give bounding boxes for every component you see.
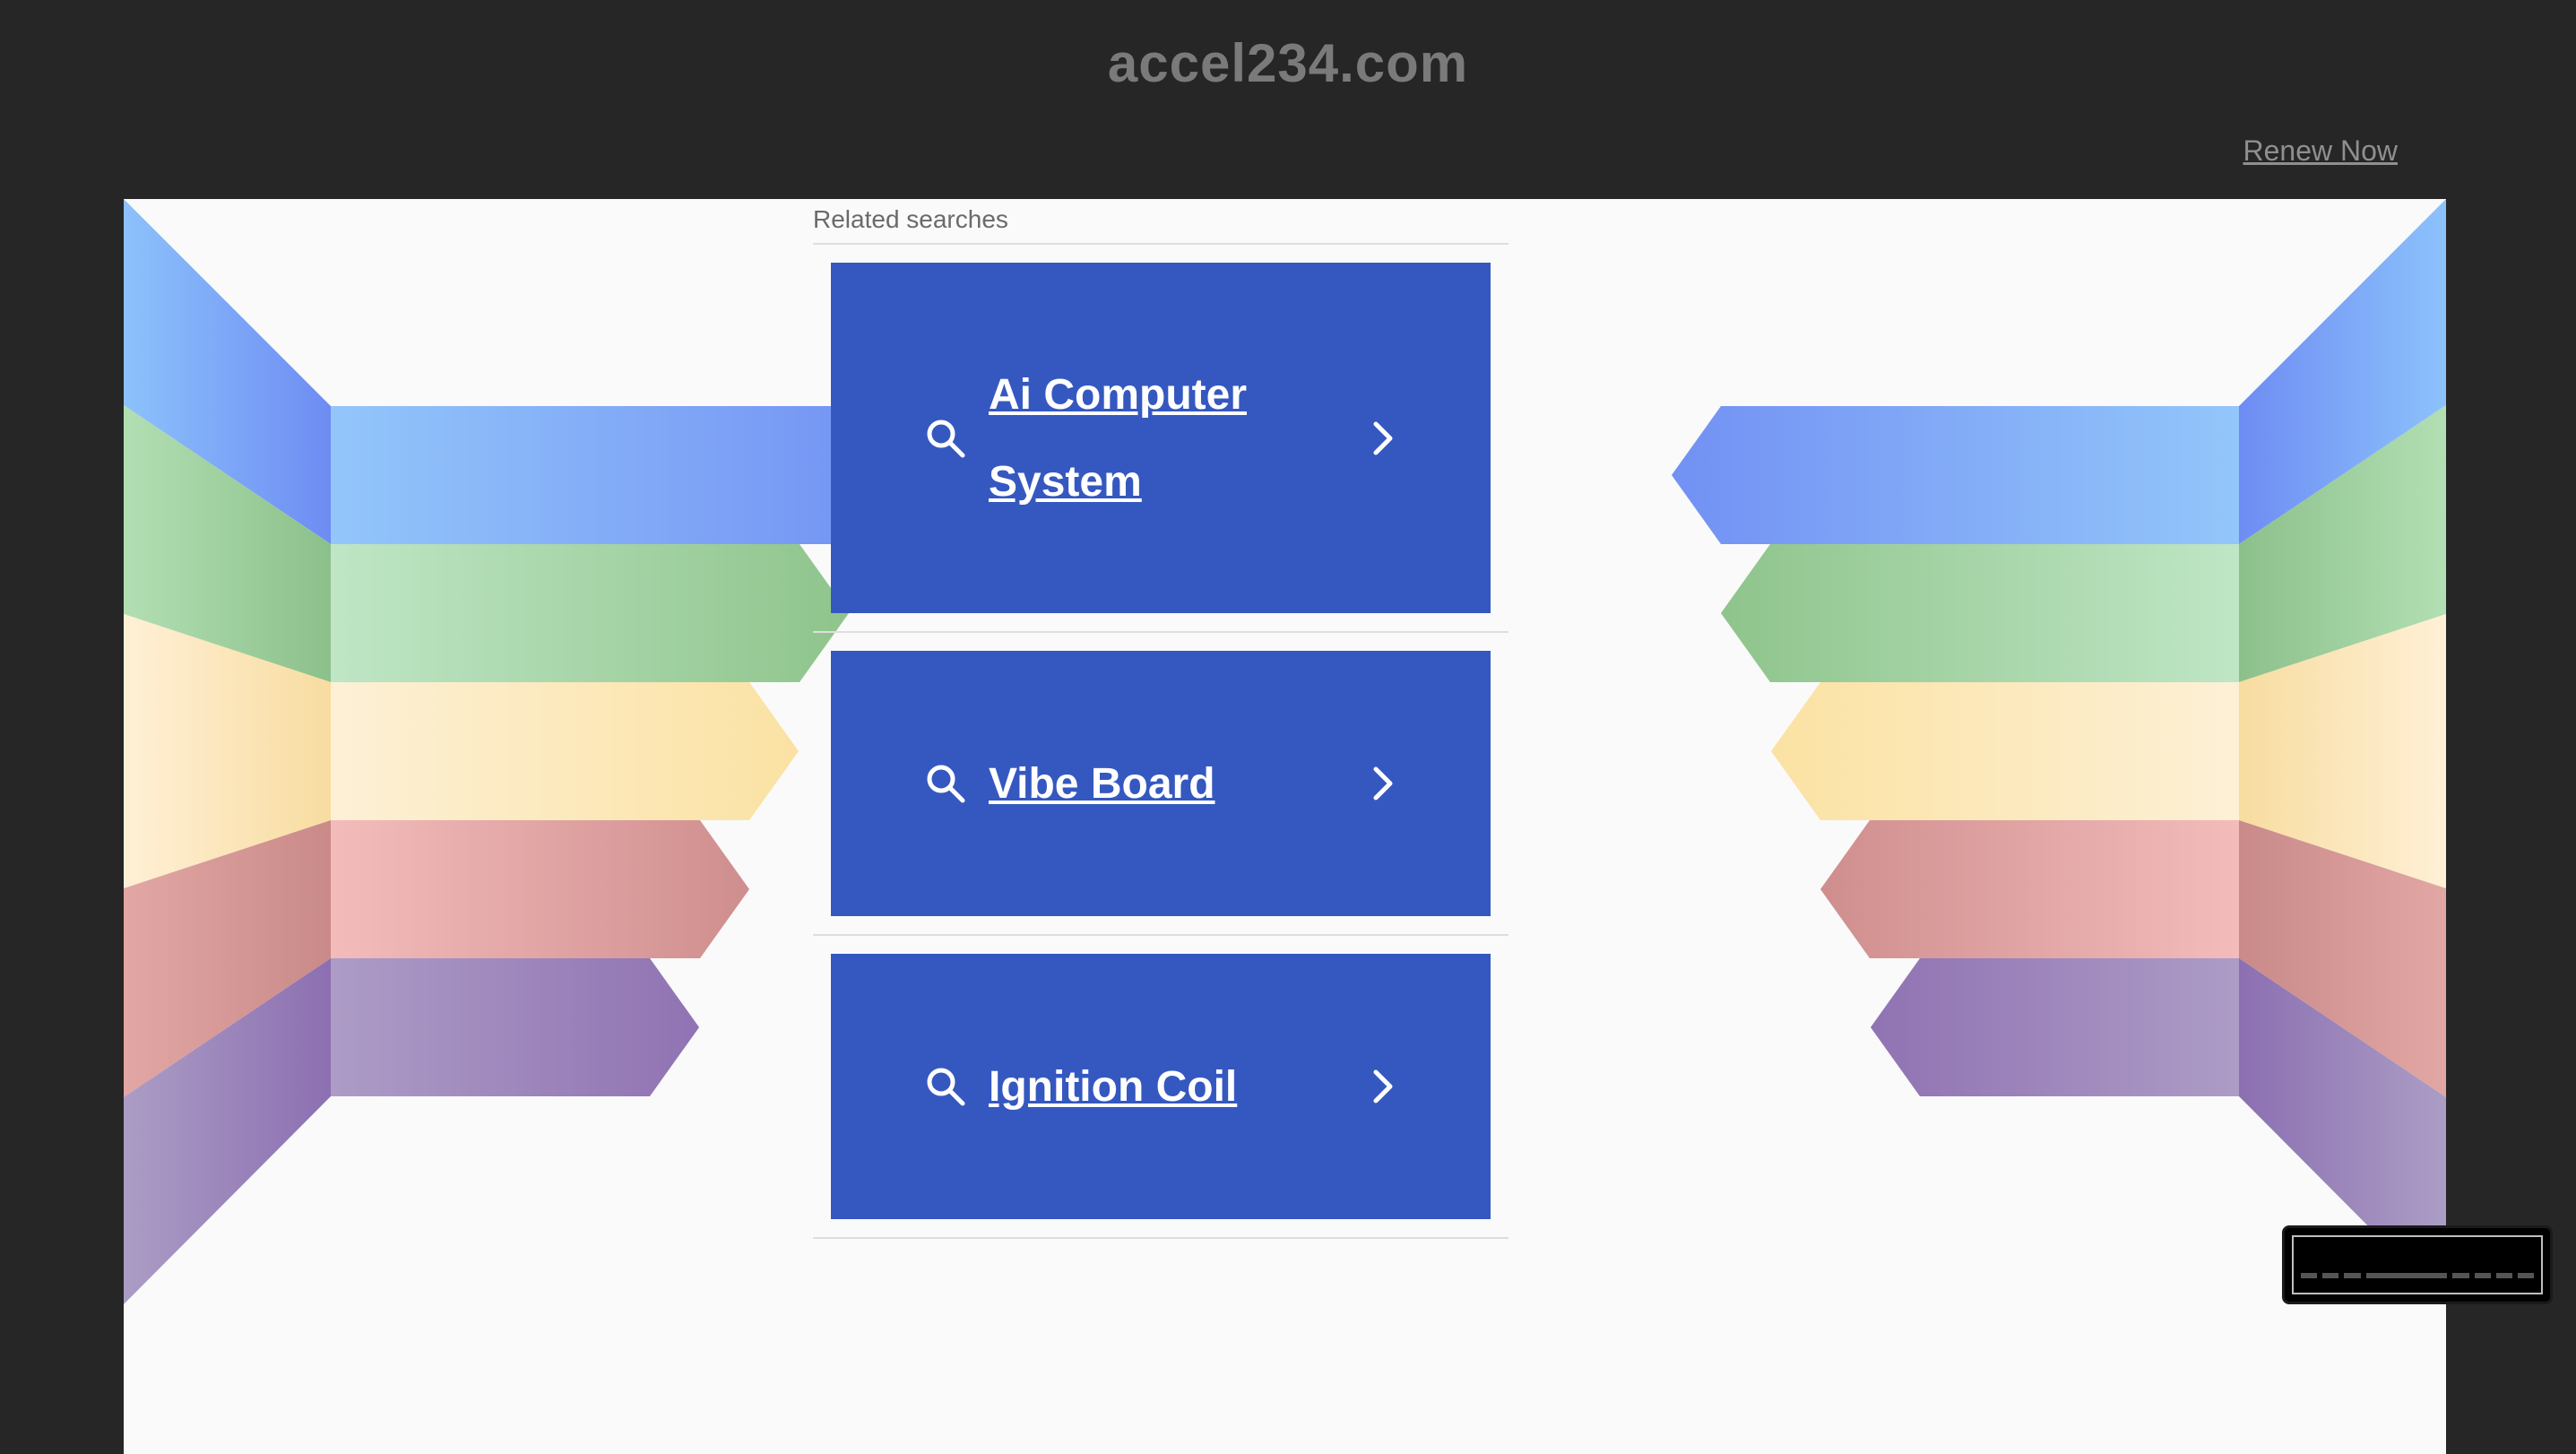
search-icon	[927, 1068, 965, 1106]
related-searches-heading: Related searches	[813, 205, 1508, 245]
related-searches: Related searches Ai Computer System Vibe…	[813, 205, 1508, 1257]
chevron-right-icon	[1373, 1069, 1393, 1103]
search-icon	[927, 420, 965, 457]
mini-player-overlay[interactable]	[2282, 1225, 2553, 1304]
mini-player-frame	[2292, 1235, 2543, 1294]
mini-player-controls[interactable]	[2301, 1273, 2535, 1278]
list-item: Ignition Coil	[813, 954, 1508, 1239]
search-result-label[interactable]: Ai Computer System	[989, 351, 1365, 525]
chevron-right-icon	[1373, 421, 1393, 454]
site-title: accel234.com	[1107, 33, 1469, 93]
search-result-vibe-board[interactable]: Vibe Board	[831, 651, 1491, 916]
search-icon	[927, 765, 965, 803]
chevron-right-icon	[1373, 766, 1393, 801]
list-item: Ai Computer System	[813, 263, 1508, 633]
search-result-label[interactable]: Vibe Board	[989, 740, 1365, 827]
list-item: Vibe Board	[813, 651, 1508, 936]
search-result-ai-computer-system[interactable]: Ai Computer System	[831, 263, 1491, 613]
search-result-ignition-coil[interactable]: Ignition Coil	[831, 954, 1491, 1219]
search-result-label[interactable]: Ignition Coil	[989, 1043, 1365, 1130]
renew-now-link[interactable]: Renew Now	[2243, 134, 2398, 168]
